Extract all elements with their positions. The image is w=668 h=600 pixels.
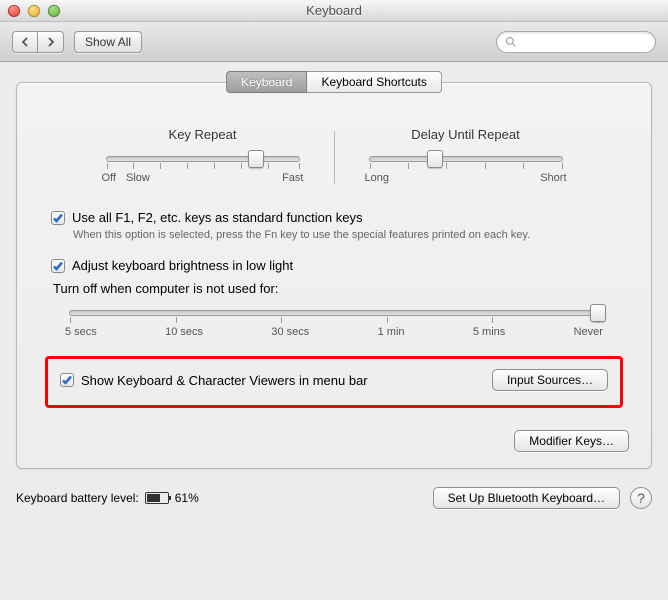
keyboard-pane: Keyboard Keyboard Shortcuts Key Repeat O… bbox=[16, 82, 652, 469]
turnoff-slider-group: 5 secs 10 secs 30 secs 1 min 5 mins Neve… bbox=[61, 310, 607, 338]
window-title: Keyboard bbox=[0, 3, 668, 18]
turnoff-tick-3: 1 min bbox=[378, 326, 405, 338]
titlebar: Keyboard bbox=[0, 0, 668, 22]
delay-long-label: Long bbox=[365, 172, 389, 184]
delay-repeat-slider[interactable] bbox=[369, 156, 563, 162]
delay-short-label: Short bbox=[540, 172, 566, 184]
fn-keys-label: Use all F1, F2, etc. keys as standard fu… bbox=[72, 210, 362, 225]
delay-repeat-title: Delay Until Repeat bbox=[361, 127, 571, 142]
close-icon[interactable] bbox=[8, 5, 20, 17]
footer: Keyboard battery level: 61% Set Up Bluet… bbox=[0, 481, 668, 509]
minimize-icon[interactable] bbox=[28, 5, 40, 17]
input-sources-button[interactable]: Input Sources… bbox=[492, 369, 608, 391]
brightness-label: Adjust keyboard brightness in low light bbox=[72, 258, 293, 273]
modifier-keys-button[interactable]: Modifier Keys… bbox=[514, 430, 629, 452]
zoom-icon[interactable] bbox=[48, 5, 60, 17]
nav-segment bbox=[12, 31, 64, 53]
brightness-checkbox[interactable] bbox=[51, 259, 65, 273]
help-button[interactable]: ? bbox=[630, 487, 652, 509]
turnoff-tick-5: Never bbox=[574, 326, 603, 338]
fn-keys-row: Use all F1, F2, etc. keys as standard fu… bbox=[51, 210, 617, 225]
toolbar: Show All bbox=[0, 22, 668, 62]
delay-repeat-group: Delay Until Repeat Long Short bbox=[361, 127, 571, 184]
forward-button[interactable] bbox=[38, 31, 64, 53]
tab-keyboard[interactable]: Keyboard bbox=[226, 71, 307, 93]
keyboard-viewer-checkbox[interactable] bbox=[60, 373, 74, 387]
check-icon bbox=[52, 260, 64, 272]
turnoff-tick-4: 5 mins bbox=[473, 326, 505, 338]
brightness-row: Adjust keyboard brightness in low light bbox=[51, 258, 617, 273]
fn-keys-checkbox[interactable] bbox=[51, 211, 65, 225]
keyboard-viewer-label: Show Keyboard & Character Viewers in men… bbox=[81, 373, 368, 388]
check-icon bbox=[52, 212, 64, 224]
turnoff-tick-2: 30 secs bbox=[271, 326, 309, 338]
key-repeat-group: Key Repeat Off Slow Fast bbox=[98, 127, 308, 184]
chevron-left-icon bbox=[20, 37, 30, 47]
bluetooth-keyboard-button[interactable]: Set Up Bluetooth Keyboard… bbox=[433, 487, 620, 509]
delay-repeat-thumb[interactable] bbox=[427, 150, 443, 168]
highlighted-region: Show Keyboard & Character Viewers in men… bbox=[45, 356, 623, 408]
turnoff-slider[interactable] bbox=[69, 310, 599, 316]
turnoff-thumb[interactable] bbox=[590, 304, 606, 322]
key-repeat-title: Key Repeat bbox=[98, 127, 308, 142]
battery-icon bbox=[145, 492, 169, 504]
turnoff-label: Turn off when computer is not used for: bbox=[53, 281, 617, 296]
key-repeat-fast-label: Fast bbox=[282, 172, 303, 184]
key-repeat-slider[interactable] bbox=[106, 156, 300, 162]
fn-keys-hint: When this option is selected, press the … bbox=[73, 228, 617, 242]
check-icon bbox=[61, 374, 73, 386]
traffic-lights bbox=[8, 5, 60, 17]
search-field[interactable] bbox=[496, 31, 656, 53]
back-button[interactable] bbox=[12, 31, 38, 53]
battery-percent: 61% bbox=[175, 491, 199, 505]
turnoff-tick-0: 5 secs bbox=[65, 326, 97, 338]
show-all-button[interactable]: Show All bbox=[74, 31, 142, 53]
key-repeat-off-label: Off bbox=[102, 172, 116, 184]
turnoff-tick-1: 10 secs bbox=[165, 326, 203, 338]
search-input[interactable] bbox=[521, 35, 647, 49]
slider-divider bbox=[334, 131, 335, 184]
search-icon bbox=[505, 36, 517, 48]
tab-shortcuts[interactable]: Keyboard Shortcuts bbox=[307, 71, 441, 93]
chevron-right-icon bbox=[46, 37, 56, 47]
battery-label: Keyboard battery level: bbox=[16, 491, 139, 505]
key-repeat-slow-label: Slow bbox=[126, 172, 150, 184]
tab-bar: Keyboard Keyboard Shortcuts bbox=[226, 71, 442, 93]
battery-group: Keyboard battery level: 61% bbox=[16, 491, 199, 505]
key-repeat-thumb[interactable] bbox=[248, 150, 264, 168]
